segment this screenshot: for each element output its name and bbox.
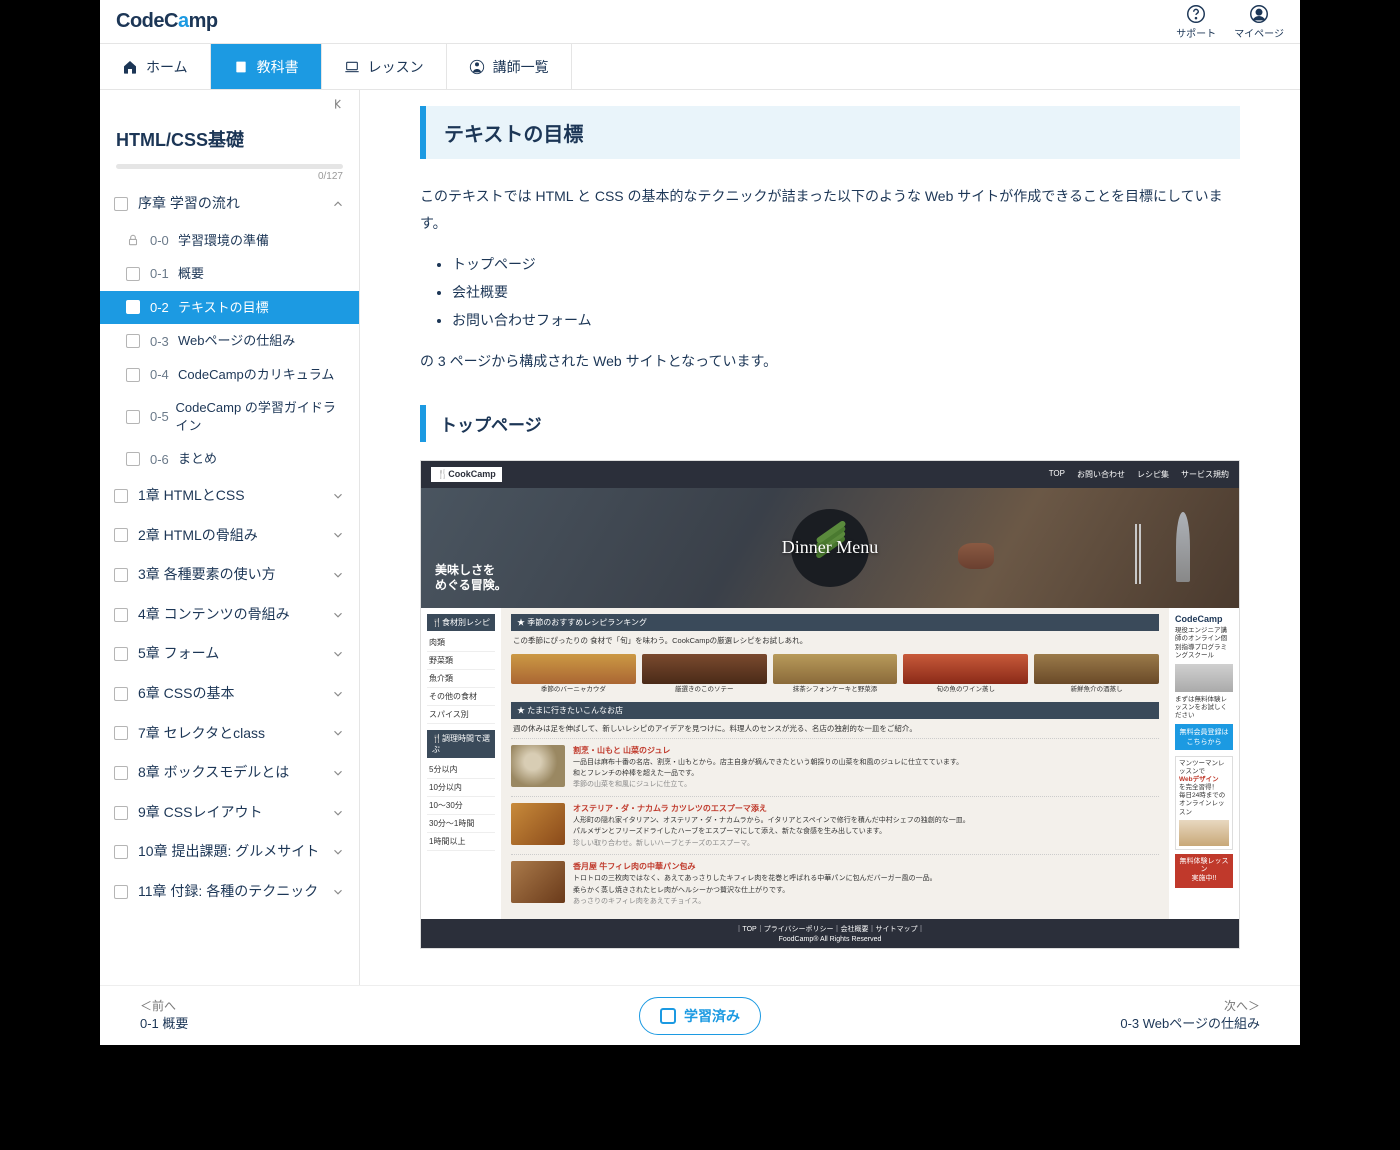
lesson-row[interactable]: 0-5CodeCamp の学習ガイドライン: [100, 391, 359, 442]
mock-logo: 🍴CookCamp: [431, 467, 502, 482]
chevron-icon: [331, 608, 345, 622]
page-title: テキストの目標: [420, 106, 1240, 159]
chapter-row[interactable]: 2章 HTMLの骨組み: [100, 516, 359, 556]
header: CodeCamp サポート マイページ: [100, 0, 1300, 44]
lesson-row[interactable]: 0-3Webページの仕組み: [100, 324, 359, 358]
book-icon: [233, 59, 249, 75]
bullet-item: お問い合わせフォーム: [452, 306, 1240, 334]
lesson-row[interactable]: 0-6まとめ: [100, 442, 359, 476]
chapter-row[interactable]: 1章 HTMLとCSS: [100, 476, 359, 516]
chevron-icon: [331, 766, 345, 780]
user-icon: [1248, 3, 1270, 25]
lesson-row[interactable]: 0-4CodeCampのカリキュラム: [100, 358, 359, 392]
lesson-row[interactable]: 0-2テキストの目標: [100, 291, 359, 325]
checkbox-icon: [660, 1008, 676, 1024]
lesson-row[interactable]: 0-1概要: [100, 257, 359, 291]
mock-website-preview: 🍴CookCamp TOPお問い合わせレシピ集サービス規約 Dinner Men…: [420, 460, 1240, 949]
mypage-label: マイページ: [1234, 25, 1284, 40]
lesson-row[interactable]: 0-0学習環境の準備: [100, 224, 359, 258]
chevron-icon: [331, 687, 345, 701]
home-icon: [122, 59, 138, 75]
chapter-row[interactable]: 5章 フォーム: [100, 634, 359, 674]
laptop-icon: [344, 59, 360, 75]
progress-count: 0/127: [116, 169, 343, 182]
chapter-row[interactable]: 11章 付録: 各種のテクニック: [100, 872, 359, 912]
mypage-link[interactable]: マイページ: [1234, 3, 1284, 40]
collapse-icon: [331, 96, 347, 112]
sidebar: HTML/CSS基礎 0/127 序章 学習の流れ0-0学習環境の準備0-1概要…: [100, 90, 360, 1045]
footer-nav: ＜前へ 0-1 概要 学習済み 次へ＞ 0-3 Webページの仕組み: [100, 985, 1300, 1045]
mock-hero: Dinner Menu 美味しさをめぐる冒険。: [421, 488, 1239, 608]
chevron-icon: [331, 726, 345, 740]
tab-home[interactable]: ホーム: [100, 44, 211, 89]
mark-done-button[interactable]: 学習済み: [639, 997, 761, 1035]
lock-icon: [126, 233, 140, 247]
chapter-row[interactable]: 10章 提出課題: グルメサイト: [100, 832, 359, 872]
sub-heading: トップページ: [420, 405, 1240, 442]
chapter-row[interactable]: 6章 CSSの基本: [100, 674, 359, 714]
sidebar-collapse[interactable]: [100, 90, 359, 118]
chapter-row[interactable]: 7章 セレクタとclass: [100, 714, 359, 754]
chevron-icon: [331, 806, 345, 820]
next-button[interactable]: 次へ＞ 0-3 Webページの仕組み: [1120, 998, 1260, 1033]
chapter-row[interactable]: 8章 ボックスモデルとは: [100, 753, 359, 793]
progress: 0/127: [100, 160, 359, 184]
chevron-icon: [331, 647, 345, 661]
brand-logo[interactable]: CodeCamp: [116, 10, 218, 33]
intro-paragraph: このテキストでは HTML と CSS の基本的なテクニックが詰まった以下のよう…: [420, 183, 1240, 236]
main-content: テキストの目標 このテキストでは HTML と CSS の基本的なテクニックが詰…: [360, 90, 1300, 1045]
support-link[interactable]: サポート: [1176, 3, 1216, 40]
chapter-row[interactable]: 3章 各種要素の使い方: [100, 555, 359, 595]
prev-button[interactable]: ＜前へ 0-1 概要: [140, 998, 188, 1033]
chevron-icon: [331, 197, 345, 211]
navbar: ホーム 教科書 レッスン 講師一覧: [100, 44, 1300, 90]
help-icon: [1185, 3, 1207, 25]
chapter-row[interactable]: 4章 コンテンツの骨組み: [100, 595, 359, 635]
chapter-row[interactable]: 9章 CSSレイアウト: [100, 793, 359, 833]
chevron-icon: [331, 489, 345, 503]
chapter-row[interactable]: 序章 学習の流れ: [100, 184, 359, 224]
bullet-item: 会社概要: [452, 278, 1240, 306]
tab-lesson[interactable]: レッスン: [322, 44, 447, 89]
tab-teachers[interactable]: 講師一覧: [447, 44, 572, 89]
chevron-icon: [331, 568, 345, 582]
chevron-icon: [331, 885, 345, 899]
bullet-item: トップページ: [452, 250, 1240, 278]
support-label: サポート: [1176, 25, 1216, 40]
teacher-icon: [469, 59, 485, 75]
outro-paragraph: の 3 ページから構成された Web サイトとなっています。: [420, 348, 1240, 375]
chevron-icon: [331, 845, 345, 859]
chevron-icon: [331, 528, 345, 542]
bullet-list: トップページ会社概要お問い合わせフォーム: [420, 236, 1240, 348]
mock-nav: TOPお問い合わせレシピ集サービス規約: [1049, 469, 1229, 480]
course-title: HTML/CSS基礎: [100, 118, 359, 160]
tab-textbook[interactable]: 教科書: [211, 44, 322, 89]
